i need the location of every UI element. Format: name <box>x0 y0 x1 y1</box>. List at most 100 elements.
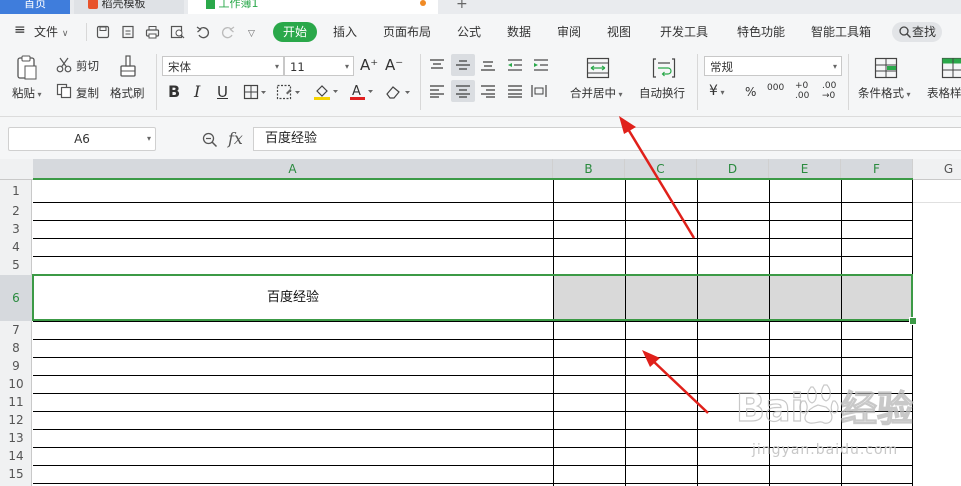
column-header-e[interactable]: E <box>769 159 841 180</box>
select-all-corner[interactable] <box>0 159 32 180</box>
tab-special-features[interactable]: 特色功能 <box>737 24 785 40</box>
column-header-c[interactable]: C <box>625 159 697 180</box>
column-header-a[interactable]: A <box>33 159 553 180</box>
column-header-b[interactable]: B <box>553 159 625 180</box>
zoom-formula-icon[interactable] <box>202 132 218 148</box>
tab-insert[interactable]: 插入 <box>333 24 357 40</box>
search-icon <box>899 26 911 38</box>
underline-button[interactable]: U <box>217 82 228 102</box>
redo-icon[interactable] <box>221 25 235 39</box>
tab-page-layout[interactable]: 页面布局 <box>383 24 431 40</box>
column-header-g[interactable]: G <box>913 159 961 180</box>
copy-button[interactable]: 复制 <box>76 86 99 100</box>
scissors-icon[interactable] <box>56 57 72 73</box>
row-header-5[interactable]: 5 <box>0 256 32 275</box>
format-painter-icon[interactable] <box>118 54 138 82</box>
row-header-2[interactable]: 2 <box>0 202 32 220</box>
insert-function-button[interactable]: fx <box>228 129 243 148</box>
row-header-4[interactable]: 4 <box>0 238 32 256</box>
row-header-3[interactable]: 3 <box>0 220 32 238</box>
new-tab-button[interactable]: + <box>456 0 476 14</box>
tab-home-ribbon[interactable]: 开始 <box>273 22 317 42</box>
formula-input[interactable]: 百度经验 <box>253 127 961 151</box>
cell-style-icon[interactable] <box>276 84 302 100</box>
tab-data[interactable]: 数据 <box>507 24 531 40</box>
row-header-1[interactable]: 1 <box>0 180 32 202</box>
row-header-15[interactable]: 15 <box>0 465 32 483</box>
row-header-7[interactable]: 7 <box>0 321 32 339</box>
conditional-format-icon[interactable] <box>874 57 898 79</box>
table-style-button[interactable]: 表格样 <box>927 86 961 100</box>
bold-button[interactable]: B <box>168 82 180 102</box>
selected-range-b6-f6[interactable] <box>553 276 913 320</box>
export-pdf-icon[interactable] <box>121 25 135 39</box>
currency-button[interactable]: ¥ ▾ <box>709 84 724 100</box>
row-header-11[interactable]: 11 <box>0 393 32 411</box>
search-box[interactable]: 查找 <box>892 22 942 42</box>
format-painter-button[interactable]: 格式刷 <box>110 86 145 100</box>
font-name-select[interactable]: 宋体 ▾ <box>162 56 284 76</box>
increase-font-button[interactable]: A⁺ <box>360 56 378 74</box>
thousands-separator-button[interactable]: 000 <box>767 81 784 95</box>
increase-decimal-button[interactable]: +0 .00 <box>795 81 815 101</box>
row-header-8[interactable]: 8 <box>0 339 32 357</box>
paste-icon[interactable] <box>15 54 39 82</box>
border-icon[interactable] <box>243 84 267 100</box>
decrease-decimal-button[interactable]: .00 →0 <box>822 81 842 101</box>
merge-center-icon[interactable] <box>586 57 610 79</box>
decrease-font-button[interactable]: A⁻ <box>385 56 403 74</box>
copy-icon[interactable] <box>56 83 72 99</box>
tab-formulas[interactable]: 公式 <box>457 24 481 40</box>
wrap-text-button[interactable]: 自动换行 <box>639 86 685 100</box>
undo-icon[interactable] <box>196 25 210 39</box>
print-icon[interactable] <box>145 25 160 39</box>
merge-center-button[interactable]: 合并居中 ▾ <box>570 86 623 102</box>
hamburger-icon[interactable]: ≡ <box>14 22 26 38</box>
justify-icon[interactable] <box>506 84 524 98</box>
column-header-f[interactable]: F <box>841 159 913 180</box>
wrap-text-icon[interactable] <box>652 57 676 79</box>
align-center-icon <box>456 85 470 98</box>
fill-color-icon[interactable] <box>313 83 339 101</box>
column-header-d[interactable]: D <box>697 159 769 180</box>
font-size-select[interactable]: 11 ▾ <box>284 56 354 76</box>
align-right-icon[interactable] <box>479 84 497 98</box>
row-header-6[interactable]: 6 <box>0 275 32 321</box>
row-header-13[interactable]: 13 <box>0 429 32 447</box>
spreadsheet-grid: A B C D E F G 1 2 3 4 5 6 7 8 9 10 11 12… <box>0 159 961 486</box>
tab-view[interactable]: 视图 <box>607 24 631 40</box>
quick-access-dropdown-icon[interactable]: ▽ <box>248 26 255 42</box>
fill-handle[interactable] <box>909 317 917 325</box>
decrease-indent-icon[interactable] <box>506 58 524 72</box>
print-preview-icon[interactable] <box>170 25 185 39</box>
table-style-icon[interactable] <box>941 57 961 79</box>
tab-smart-toolbox[interactable]: 智能工具箱 <box>811 24 871 40</box>
tab-home[interactable]: 首页 <box>0 0 70 14</box>
paste-button[interactable]: 粘贴 ▾ <box>12 86 42 102</box>
distributed-align-icon[interactable] <box>530 83 548 99</box>
italic-button[interactable]: I <box>194 82 200 102</box>
row-header-12[interactable]: 12 <box>0 411 32 429</box>
cut-button[interactable]: 剪切 <box>76 59 99 73</box>
ribbon-toolbar: 粘贴 ▾ 剪切 复制 格式刷 宋体 ▾ 11 ▾ A⁺ A⁻ B I U A 合并居… <box>0 50 961 117</box>
align-bottom-icon[interactable] <box>479 58 497 72</box>
row-header-9[interactable]: 9 <box>0 357 32 375</box>
row-header-14[interactable]: 14 <box>0 447 32 465</box>
tab-template[interactable]: 稻壳模板 <box>74 0 184 14</box>
font-color-icon[interactable]: A <box>349 83 375 101</box>
cell-a6[interactable]: 百度经验 <box>33 276 553 320</box>
file-menu[interactable]: 文件 ∨ <box>34 24 68 42</box>
tab-developer[interactable]: 开发工具 <box>660 24 708 40</box>
name-box[interactable]: A6 ▾ <box>8 127 156 151</box>
percent-button[interactable]: % <box>745 85 756 99</box>
tab-workbook[interactable]: 工作簿1 <box>188 0 438 14</box>
clear-eraser-icon[interactable] <box>385 84 413 100</box>
row-header-10[interactable]: 10 <box>0 375 32 393</box>
align-left-icon[interactable] <box>428 84 446 98</box>
align-top-icon[interactable] <box>428 58 446 72</box>
tab-review[interactable]: 审阅 <box>557 24 581 40</box>
number-format-select[interactable]: 常规 ▾ <box>704 56 842 76</box>
increase-indent-icon[interactable] <box>532 58 550 72</box>
conditional-format-button[interactable]: 条件格式 ▾ <box>858 86 911 102</box>
save-icon[interactable] <box>96 25 110 39</box>
